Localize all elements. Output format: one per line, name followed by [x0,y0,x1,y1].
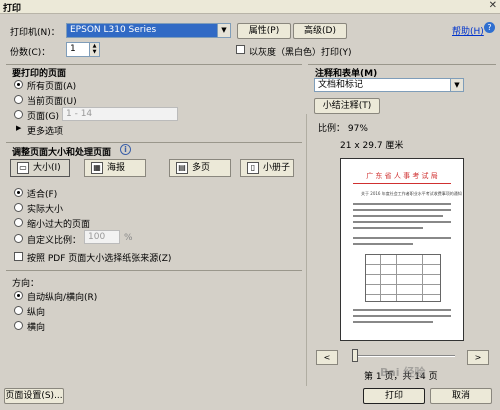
tab-poster-label: 海报 [107,163,126,173]
page-slider-thumb[interactable] [352,349,358,362]
text-line [353,243,413,245]
help-link[interactable]: 帮助(H) [452,24,484,37]
shrink-radio[interactable] [14,218,23,227]
fit-radio[interactable] [14,188,23,197]
tab-booklet[interactable]: ▯ 小册子 [240,159,294,177]
tab-booklet-label: 小册子 [263,163,291,173]
comments-select[interactable]: 文档和标记 ▼ [314,78,464,92]
spinner-icon[interactable]: ▲ ▼ [89,43,99,56]
orientation-portrait-radio[interactable] [14,306,23,315]
tab-size[interactable]: ▭ 大小(I) [10,159,70,177]
custom-scale-label: 自定义比例： [27,236,82,246]
orientation-portrait-label: 纵向 [27,308,46,318]
preview-scale: 比例： 97% [318,124,368,134]
cancel-button[interactable]: 取消 [430,388,492,404]
chevron-down-icon[interactable]: ▼ [450,79,463,91]
text-line [353,227,423,229]
sizing-divider [6,142,302,143]
orientation-auto-label: 自动纵向/横向(R) [27,293,98,303]
shrink-label: 缩小过大的页面 [27,220,91,230]
chevron-down-icon[interactable]: ▼ [217,24,230,37]
question-icon[interactable]: ? [484,22,495,33]
close-icon[interactable]: ✕ [489,0,497,11]
text-line [353,309,451,311]
text-line [353,203,451,205]
title-bar: 打印 ✕ [0,0,500,14]
text-line [353,237,451,239]
paper-source-checkbox[interactable] [14,252,23,261]
actual-size-label: 实际大小 [27,205,64,215]
footer: 页面设置(S)... 打印 取消 [0,384,500,410]
text-line [353,209,451,211]
orientation-divider [6,270,302,271]
multiple-pages-icon: ▤ [176,162,188,174]
printer-select[interactable]: EPSON L310 Series ▼ [66,23,231,38]
page-range-placeholder: 1 - 14 [66,109,93,119]
red-rule [353,183,451,184]
all-pages-label: 所有页面(A) [27,82,77,92]
page-slider-track[interactable] [355,355,455,357]
window-title: 打印 [3,4,22,14]
page-size-icon: ▭ [17,162,29,174]
expand-arrow-icon[interactable]: ▶ [16,124,21,132]
grayscale-checkbox[interactable] [236,45,245,54]
text-line [353,321,433,323]
custom-scale-radio[interactable] [14,234,23,243]
copies-value: 1 [70,44,76,54]
preview-doc-header: 广 东 省 人 事 考 试 局 [366,172,438,180]
tab-poster[interactable]: ▦ 海报 [84,159,146,177]
orientation-landscape-label: 横向 [27,323,46,333]
grayscale-label: 以灰度（黑白色）打印(Y) [249,48,352,58]
prev-page-button[interactable]: < [316,350,338,365]
sizing-heading: 调整页面大小和处理页面 [12,148,112,158]
tab-multiple-label: 多页 [192,163,211,173]
actual-size-radio[interactable] [14,203,23,212]
booklet-icon: ▯ [247,162,259,174]
pages-divider [6,64,302,65]
all-pages-radio[interactable] [14,80,23,89]
next-page-button[interactable]: > [467,350,489,365]
comments-select-value: 文档和标记 [318,80,364,90]
more-options-link[interactable]: 更多选项 [27,124,63,137]
page-range-radio[interactable] [14,110,23,119]
tab-size-label: 大小(I) [33,163,61,173]
tab-multiple[interactable]: ▤ 多页 [169,159,231,177]
preview-doc-subtitle: 关于 2016 年度社会工作者职业水平考试收费事项的通知 [361,191,462,196]
current-page-radio[interactable] [14,95,23,104]
copies-label: 份数(C)： [10,48,51,58]
watermark-logo: Bai 经验 [380,366,426,379]
custom-scale-unit: % [124,233,133,243]
copies-input[interactable]: 1 ▲ ▼ [66,42,100,57]
text-line [353,221,451,223]
custom-scale-value: 100 [88,232,106,242]
poster-icon: ▦ [91,162,103,174]
preview-paper-size: 21 x 29.7 厘米 [340,141,404,151]
current-page-label: 当前页面(U) [27,97,77,107]
text-line [353,215,443,217]
orientation-heading: 方向： [12,279,40,289]
preview-table [365,254,441,302]
custom-scale-input[interactable]: 100 [84,230,120,244]
page-setup-button[interactable]: 页面设置(S)... [4,388,64,404]
printer-select-value: EPSON L310 Series [70,25,157,35]
advanced-button[interactable]: 高级(D) [293,23,347,39]
paper-source-label: 按照 PDF 页面大小选择纸张来源(Z) [27,254,172,264]
page-range-input[interactable]: 1 - 14 [62,107,178,121]
text-line [353,315,451,317]
summarize-comments-button[interactable]: 小结注释(T) [314,98,380,114]
comments-divider [308,64,496,65]
printer-label: 打印机(N)： [10,28,60,38]
fit-label: 适合(F) [27,190,58,200]
orientation-auto-radio[interactable] [14,291,23,300]
print-button[interactable]: 打印 [363,388,425,404]
properties-button[interactable]: 属性(P) [237,23,291,39]
info-icon[interactable]: i [120,144,131,155]
orientation-landscape-radio[interactable] [14,321,23,330]
pages-heading: 要打印的页面 [12,69,67,79]
page-preview: 广 东 省 人 事 考 试 局 关于 2016 年度社会工作者职业水平考试收费事… [340,158,464,341]
page-range-label: 页面(G) [27,112,59,122]
